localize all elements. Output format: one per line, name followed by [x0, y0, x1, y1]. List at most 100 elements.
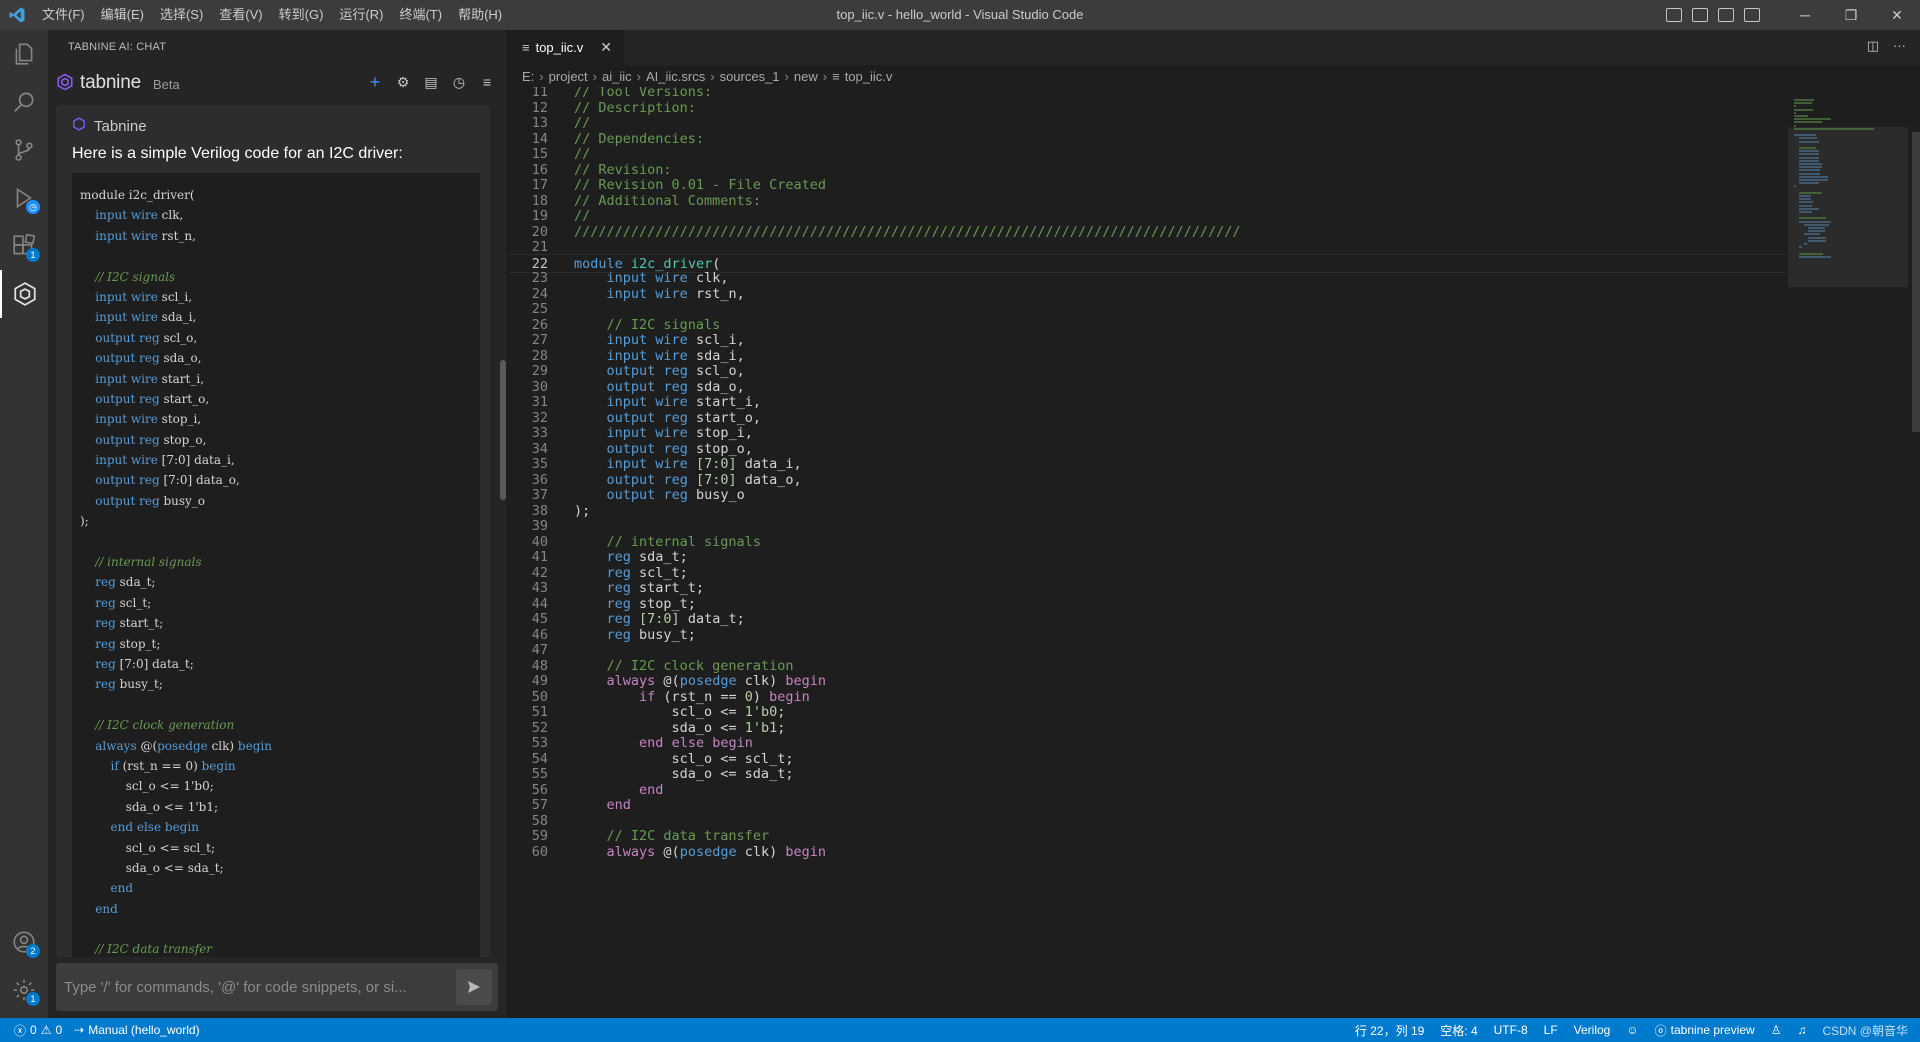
breadcrumb-item[interactable]: AI_iic.srcs [646, 69, 705, 84]
close-window-button[interactable]: ✕ [1874, 0, 1920, 30]
chat-code-line: output reg stop_o, [95, 432, 207, 447]
chat-code-line: // I2C signals [95, 269, 176, 284]
explorer-icon[interactable] [0, 30, 48, 78]
minimap-line [1794, 121, 1822, 124]
editor-scrollbar[interactable] [1910, 87, 1920, 1018]
minimap-line [1798, 159, 1820, 162]
menu-item[interactable]: 文件(F) [34, 0, 93, 30]
tabnine-icon[interactable] [0, 270, 48, 318]
minimap-line [1794, 118, 1832, 121]
settings-gear-icon[interactable]: ⚙ [394, 73, 412, 91]
chat-code-line: reg stop_t; [95, 636, 161, 651]
breadcrumb-item[interactable]: project [549, 69, 588, 84]
minimap-line [1794, 111, 1797, 114]
minimap-line [1803, 233, 1821, 236]
file-lines-icon: ≡ [832, 68, 840, 84]
panel-title: TABNINE AI: CHAT [68, 41, 167, 53]
minimap-line [1798, 182, 1820, 185]
status-bar: ⓧ 0 ⚠ 0 ⇢ Manual (hello_world) 行 22，列 19… [0, 1018, 1920, 1042]
vscode-logo-icon [0, 0, 34, 30]
menu-item[interactable]: 帮助(H) [450, 0, 510, 30]
restore-button[interactable]: ❐ [1828, 0, 1874, 30]
minimap[interactable] [1788, 87, 1908, 1018]
copilot-icon[interactable]: ☺ [1626, 1023, 1638, 1037]
send-icon [468, 981, 480, 993]
minimap-line [1798, 198, 1811, 201]
minimap-line [1798, 191, 1822, 194]
chat-scrollbar[interactable] [500, 360, 506, 500]
new-chat-plus-icon[interactable]: + [366, 72, 384, 92]
tab-top-iic[interactable]: ≡ top_iic.v ✕ [508, 30, 624, 65]
breadcrumb-item[interactable]: top_iic.v [845, 69, 893, 84]
chat-code-line: sda_o <= sda_t; [80, 860, 224, 875]
code-line[interactable]: 60 always @(posedge clk) begin [508, 843, 1788, 862]
minimap-line [1798, 207, 1820, 210]
tabnine-chat-panel: TABNINE AI: CHAT tabnine Beta + ⚙ ▤ ◷ ≡ … [48, 30, 506, 1018]
toggle-secondary-sidebar-icon[interactable] [1718, 8, 1734, 22]
minimap-line [1798, 150, 1820, 153]
menu-item[interactable]: 转到(G) [271, 0, 332, 30]
feedback-chat-icon[interactable]: ▤ [422, 73, 440, 91]
breadcrumb-item[interactable]: E: [522, 69, 534, 84]
notifications-bell-icon[interactable]: ♫ [1797, 1023, 1806, 1037]
chat-code-line: scl_o <= 1'b0; [80, 779, 214, 794]
minimap-line [1794, 127, 1874, 130]
close-tab-icon[interactable]: ✕ [600, 39, 612, 56]
source-control-icon[interactable] [0, 126, 48, 174]
editor-tabs: ≡ top_iic.v ✕ ◫ ··· [508, 30, 1920, 65]
more-actions-icon[interactable]: ··· [1893, 38, 1906, 54]
tabnine-status[interactable]: ⓞ tabnine preview [1655, 1022, 1755, 1039]
split-editor-icon[interactable]: ◫ [1867, 38, 1879, 54]
minimap-line [1794, 115, 1809, 117]
minimap-line [1794, 134, 1816, 137]
extensions-icon[interactable]: 1 [0, 222, 48, 270]
clear-conversation-icon[interactable]: ≡ [478, 73, 496, 91]
run-config-label: Manual (hello_world) [88, 1023, 200, 1037]
minimap-line [1798, 147, 1816, 149]
chat-code-line: output reg [7:0] data_o, [95, 473, 240, 488]
search-icon[interactable] [0, 78, 48, 126]
language-mode[interactable]: Verilog [1574, 1023, 1611, 1037]
end-of-line[interactable]: LF [1544, 1023, 1558, 1037]
title-bar: 文件(F) 编辑(E) 选择(S) 查看(V) 转到(G) 运行(R) 终端(T) 帮助(H)… [0, 0, 1920, 30]
menu-item[interactable]: 编辑(E) [93, 0, 152, 30]
chat-code-line: input wire stop_i, [95, 412, 202, 427]
code-editor[interactable]: 11// Tool Versions: 12// Description: 13//… [508, 87, 1788, 1018]
menu-bar: 文件(F) 编辑(E) 选择(S) 查看(V) 转到(G) 运行(R) 终端(T) 帮助(H) [34, 0, 510, 30]
minimap-line [1803, 243, 1808, 245]
manage-gear-icon[interactable]: 1 [0, 966, 48, 1014]
menu-item[interactable]: 终端(T) [391, 0, 450, 30]
breadcrumb-item[interactable]: ai_iic [602, 69, 632, 84]
accounts-status-icon[interactable]: ♙ [1771, 1023, 1782, 1037]
minimize-button[interactable]: ─ [1782, 0, 1828, 30]
chat-code-line: // I2C data transfer [95, 942, 213, 957]
tabnine-avatar-icon [72, 117, 86, 135]
send-button[interactable] [456, 969, 492, 1005]
history-icon[interactable]: ◷ [450, 73, 468, 91]
chat-input[interactable] [56, 967, 456, 1007]
menu-item[interactable]: 选择(S) [152, 0, 211, 30]
breadcrumb-item[interactable]: new [794, 69, 818, 84]
breadcrumb-item[interactable]: sources_1 [720, 69, 780, 84]
indentation[interactable]: 空格: 4 [1440, 1022, 1477, 1039]
minimap-line [1798, 211, 1812, 213]
customize-layout-icon[interactable] [1744, 8, 1760, 22]
tab-label: top_iic.v [535, 40, 584, 55]
cursor-position[interactable]: 行 22，列 19 [1355, 1022, 1424, 1039]
run-debug-icon[interactable]: ◷ [0, 174, 48, 222]
minimap-line [1798, 172, 1821, 175]
chat-code-line: end else begin [110, 820, 199, 835]
toggle-panel-icon[interactable] [1692, 8, 1708, 22]
problems-indicator[interactable]: ⓧ 0 ⚠ 0 [14, 1022, 62, 1039]
minimap-line [1798, 255, 1832, 258]
file-lines-icon: ≡ [522, 40, 530, 55]
editor-scroll-thumb[interactable] [1912, 132, 1920, 432]
minimap-line [1808, 230, 1826, 233]
accounts-icon[interactable]: 2 [0, 918, 48, 966]
menu-item[interactable]: 运行(R) [331, 0, 391, 30]
chat-code-line: reg [7:0] data_t; [95, 656, 194, 671]
encoding[interactable]: UTF-8 [1494, 1023, 1528, 1037]
menu-item[interactable]: 查看(V) [211, 0, 270, 30]
toggle-primary-sidebar-icon[interactable] [1666, 8, 1682, 22]
run-configuration[interactable]: ⇢ Manual (hello_world) [74, 1023, 199, 1037]
